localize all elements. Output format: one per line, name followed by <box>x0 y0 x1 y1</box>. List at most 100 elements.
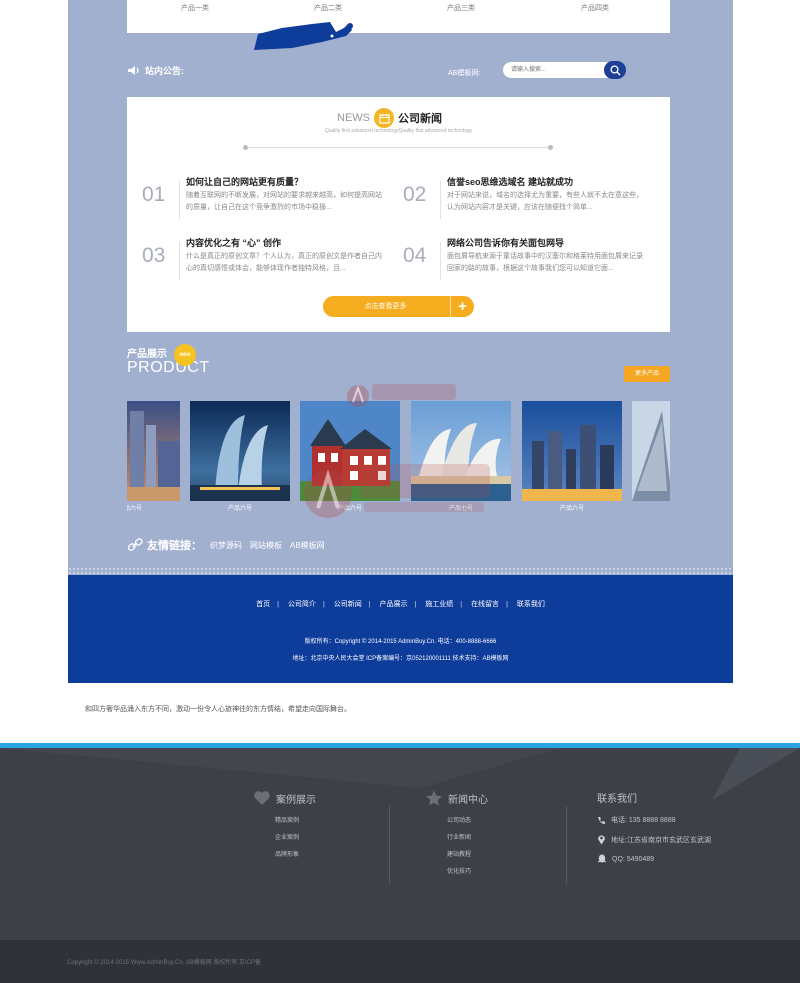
footer-nav-item[interactable]: 公司简介 <box>288 601 316 608</box>
news-link[interactable]: 建站教程 <box>447 849 488 858</box>
friend-link[interactable]: 网站模板 <box>250 540 282 551</box>
footer-nav-item[interactable]: 联系我们 <box>517 601 545 608</box>
news-column-title: 新闻中心 <box>448 794 488 806</box>
more-products-button[interactable]: 更多产品 <box>624 366 670 382</box>
footer-nav-item[interactable]: 公司新闻 <box>334 601 362 608</box>
news-link[interactable]: 公司动态 <box>447 815 488 824</box>
news-number: 04 <box>403 244 427 267</box>
news-title[interactable]: 如何让自己的网站更有质量？ <box>186 175 303 188</box>
footer-nav-item[interactable]: 施工业绩 <box>425 601 453 608</box>
blue-splash-decoration <box>254 22 353 50</box>
footer-nav-item[interactable]: 首页 <box>256 601 270 608</box>
qq-icon <box>597 854 607 863</box>
template-footer: 首页 | 公司简介 | 公司新闻 | 产品展示 | 施工业绩 | 在线留言 | 联系我们 版… <box>68 575 733 683</box>
search-button[interactable] <box>604 61 626 79</box>
news-desc: 什么是真正的原创文章？个人认为，真正的原创文是作者自己内心的真切感悟或体会，能够… <box>186 253 382 272</box>
search-icon <box>609 64 620 75</box>
notice-label: 站内公告: <box>145 66 184 76</box>
news-item[interactable]: 03 内容优化之有 “心” 创作 什么是真正的原创文章？个人认为，真正的原创文是… <box>142 236 382 286</box>
product-caption: 产品六号 <box>559 506 584 511</box>
news-link[interactable]: 优化技巧 <box>447 866 488 875</box>
more-news-button[interactable]: 点击查看更多 + <box>323 296 474 317</box>
category-4[interactable]: 产品四类 <box>565 3 625 13</box>
news-title[interactable]: 网络公司告诉你有关面包网导 <box>447 236 564 249</box>
contact-phone: 电话: 135 8888 8888 <box>597 815 711 825</box>
news-title[interactable]: 信誉seo思维选域名 建站就成功 <box>447 175 573 188</box>
product-image[interactable] <box>190 401 290 501</box>
news-subtitle: Quality first advanced technologyQuality… <box>324 128 473 134</box>
product-gallery: 产品六号 产品六号 产品六号 产品七号 产品六号 <box>127 401 670 511</box>
friend-link[interactable]: AB模板网 <box>290 540 325 551</box>
news-desc: 面包屑导航来源于童话故事中的汉塞尔和格莱特用面包屑来记录回家的路的故事，根据这个… <box>447 253 643 272</box>
news-title-cn: 公司新闻 <box>398 113 442 125</box>
contact-qq: QQ: 5490489 <box>597 854 711 864</box>
category-1[interactable]: 产品一类 <box>165 3 225 13</box>
product-badge-icon: ooo <box>174 344 196 366</box>
heart-icon <box>254 791 270 805</box>
calendar-icon <box>374 108 394 128</box>
friend-links: 友情链接： 织梦源码 网站模板 AB模板网 <box>127 537 325 553</box>
bottom-copyright: Copyright © 2014-2015 Www.AdminBuy.Cn. A… <box>67 960 262 966</box>
news-item[interactable]: 01 如何让自己的网站更有质量？ 随着互联网的不断发展，对网站的要求越来越高，如… <box>142 175 382 225</box>
product-title-en: PRODUCT <box>127 359 210 376</box>
phone-icon <box>598 816 605 824</box>
product-image[interactable] <box>632 401 670 501</box>
news-divider <box>243 145 553 150</box>
site-notice: 站内公告: <box>127 64 184 77</box>
category-2[interactable]: 产品二类 <box>298 3 358 13</box>
news-desc: 随着互联网的不断发展，对网站的要求越来越高，如何提高网站的质量，让自己在这个竞争… <box>186 192 382 211</box>
cases-link[interactable]: 企业案例 <box>275 832 316 841</box>
product-caption: 产品六号 <box>337 506 362 511</box>
footer-nav-item[interactable]: 在线留言 <box>471 601 499 608</box>
friend-link[interactable]: 织梦源码 <box>210 540 242 551</box>
category-3[interactable]: 产品三类 <box>431 3 491 13</box>
location-icon <box>598 835 605 845</box>
news-title[interactable]: 内容优化之有 “心” 创作 <box>186 236 281 249</box>
more-news-label: 点击查看更多 <box>364 303 407 310</box>
search-input[interactable] <box>503 62 613 78</box>
footer-copyright: 版权所有：Copyright © 2014-2015 AdminBuy.Cn. … <box>304 639 497 645</box>
category-bar: 产品一类 产品二类 产品三类 产品四类 <box>127 0 670 33</box>
product-image[interactable] <box>127 401 180 501</box>
news-number: 03 <box>142 244 166 267</box>
cases-column: 案例展示 精品案例 企业案例 品牌形象 <box>253 790 316 866</box>
friend-links-label: 友情链接： <box>147 540 202 552</box>
product-image[interactable] <box>411 401 511 501</box>
dotted-divider <box>68 567 733 575</box>
footer-nav-item[interactable]: 产品展示 <box>380 601 408 608</box>
news-column: 新闻中心 公司动态 行业新闻 建站教程 优化技巧 <box>425 790 488 883</box>
footer-address: 地址：北京中央人民大会堂 ICP备案编号：京052120001111 技术支持：… <box>292 656 509 662</box>
search-box <box>503 61 626 79</box>
news-desc: 对于网站来说，域名的选择尤为重要，有些人就不太在意这些，认为网站内容才是关键，应… <box>447 192 643 211</box>
news-item[interactable]: 04 网络公司告诉你有关面包网导 面包屑导航来源于童话故事中的汉塞尔和格莱特用面… <box>403 236 643 286</box>
cases-link[interactable]: 品牌形象 <box>275 849 316 858</box>
site-footer: 案例展示 精品案例 企业案例 品牌形象 新闻中心 公司动态 行业新闻 建站教程 … <box>0 748 800 940</box>
cases-title: 案例展示 <box>276 794 316 806</box>
template-preview: 产品一类 产品二类 产品三类 产品四类 站内公告: AB模板网: NEWS <box>68 0 733 683</box>
intro-text: 和四方奢华品涌入东方不同，激动一份令人心旅神往的东方情结，希望走向国际舞台。 <box>85 706 351 713</box>
news-link[interactable]: 行业新闻 <box>447 832 488 841</box>
product-caption: 产品六号 <box>127 506 142 511</box>
product-title-cn: 产品展示 <box>127 349 167 360</box>
link-icon <box>127 538 143 551</box>
product-image[interactable] <box>522 401 622 501</box>
contact-title: 联系我们 <box>597 794 637 805</box>
contact-address: 地址:江苏省南京市玄武区玄武湖 <box>597 834 711 845</box>
speaker-icon <box>128 66 139 75</box>
star-icon <box>426 790 442 806</box>
product-caption: 产品六号 <box>227 506 252 511</box>
news-heading: NEWS 公司新闻 <box>337 108 442 128</box>
footer-nav: 首页 | 公司简介 | 公司新闻 | 产品展示 | 施工业绩 | 在线留言 | 联系我们 <box>256 601 545 608</box>
news-item[interactable]: 02 信誉seo思维选域名 建站就成功 对于网站来说，域名的选择尤为重要，有些人… <box>403 175 643 225</box>
plus-icon: + <box>450 296 474 317</box>
hot-search-label: AB模板网: <box>448 70 481 77</box>
news-number: 02 <box>403 183 427 206</box>
news-number: 01 <box>142 183 166 206</box>
news-title-en: NEWS <box>337 112 370 124</box>
product-heading: 产品展示 PRODUCT <box>127 345 210 376</box>
product-caption: 产品七号 <box>448 506 473 511</box>
company-news-card: NEWS 公司新闻 Quality first advanced technol… <box>127 97 670 332</box>
product-image[interactable] <box>300 401 400 501</box>
cases-link[interactable]: 精品案例 <box>275 815 316 824</box>
contact-column: 联系我们 电话: 135 8888 8888 地址:江苏省南京市玄武区玄武湖 Q… <box>597 790 711 873</box>
